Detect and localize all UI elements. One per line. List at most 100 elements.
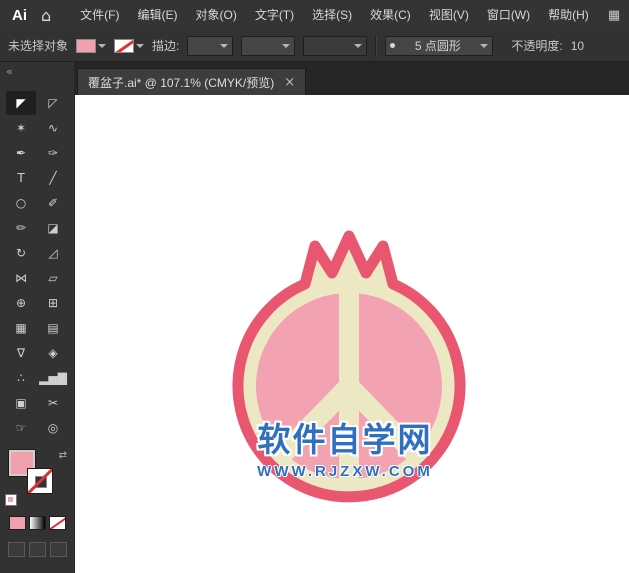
curvature-icon: ✑ [48, 147, 58, 159]
mesh-tool[interactable]: ▦ [6, 316, 36, 340]
workspace-switcher-icon[interactable]: ▦ [598, 8, 629, 23]
close-icon[interactable]: × [284, 75, 295, 90]
divider [375, 35, 377, 57]
opacity-value[interactable]: 10 [571, 39, 584, 53]
type-tool[interactable]: T [6, 166, 36, 190]
document-tab-bar: 覆盆子.ai* @ 107.1% (CMYK/预览) × [75, 62, 629, 95]
paintbrush-tool[interactable]: ✐ [38, 191, 68, 215]
stroke-color-swatch[interactable] [27, 468, 53, 494]
pen-tool[interactable]: ✒ [6, 141, 36, 165]
perspective-grid-icon: ⊞ [48, 297, 58, 309]
menu-item-edit[interactable]: 编辑(E) [128, 0, 186, 30]
chevron-down-icon [282, 44, 290, 48]
chevron-down-icon [136, 44, 144, 48]
slice-icon: ✂ [48, 397, 58, 409]
stroke-color-dropdown[interactable] [114, 39, 144, 53]
direct-selection-icon: ◸ [48, 97, 57, 109]
symbol-sprayer-icon: ∴ [17, 372, 25, 384]
width-profile-select[interactable] [241, 36, 295, 56]
brush-preview-icon [390, 43, 395, 48]
chevron-down-icon [220, 44, 228, 48]
tool-grid: ◤ ◸ ✶ ∿✒ ✑ T╱ ○ ✐ ✏ ◪ ↻ ◿ ⋈ ▱⊕ ⊞ ▦ ▤ ∇ ◈ ∴ ▂▅▇ ▣ ✂ ☞ ◎ [0, 91, 74, 440]
menu-item-view[interactable]: 视图(V) [420, 0, 478, 30]
eyedropper-tool[interactable]: ∇ [6, 341, 36, 365]
pencil-icon: ✏ [16, 222, 26, 234]
tools-panel: « ◤ ◸ ✶ ∿✒ ✑ T╱ ○ ✐ ✏ ◪ ↻ ◿ ⋈ ▱⊕ ⊞ ▦ ▤ ∇ ◈ ∴ ▂▅▇ ▣ ✂ ☞ ◎ ⇄ [0, 62, 75, 573]
menu-item-help[interactable]: 帮助(H) [539, 0, 598, 30]
draw-inside-button[interactable] [50, 542, 67, 557]
ellipse-tool[interactable]: ○ [6, 191, 36, 215]
zoom-tool[interactable]: ◎ [38, 416, 68, 440]
fill-swatch[interactable] [76, 39, 96, 53]
menu-item-window[interactable]: 窗口(W) [478, 0, 539, 30]
swap-fill-stroke-icon[interactable]: ⇄ [59, 450, 67, 461]
menu-item-select[interactable]: 选择(S) [303, 0, 361, 30]
symbol-sprayer-tool[interactable]: ∴ [6, 366, 36, 390]
chevron-down-icon [354, 44, 362, 48]
stroke-swatch[interactable] [114, 39, 134, 53]
pencil-tool[interactable]: ✏ [6, 216, 36, 240]
rotate-tool[interactable]: ↻ [6, 241, 36, 265]
column-graph-tool[interactable]: ▂▅▇ [38, 366, 68, 390]
opacity-label: 不透明度: [511, 37, 562, 54]
app-logo: Ai [0, 7, 37, 24]
gradient-icon: ▤ [47, 322, 58, 334]
direct-selection-tool[interactable]: ◸ [38, 91, 68, 115]
brush-definition-select[interactable]: 5 点圆形 [385, 36, 493, 56]
menu-item-type[interactable]: 文字(T) [246, 0, 303, 30]
blend-tool[interactable]: ◈ [38, 341, 68, 365]
menu-item-object[interactable]: 对象(O) [186, 0, 245, 30]
stroke-weight-select[interactable] [187, 36, 233, 56]
eraser-tool[interactable]: ◪ [38, 216, 68, 240]
stroke-label: 描边: [152, 37, 179, 54]
gradient-tool[interactable]: ▤ [38, 316, 68, 340]
gradient-button[interactable] [29, 516, 46, 530]
slice-tool[interactable]: ✂ [38, 391, 68, 415]
hand-tool[interactable]: ☞ [6, 416, 36, 440]
scale-icon: ◿ [48, 247, 57, 259]
free-transform-tool[interactable]: ▱ [38, 266, 68, 290]
brush-definition-value: 5 点圆形 [415, 37, 461, 54]
perspective-grid-tool[interactable]: ⊞ [38, 291, 68, 315]
home-icon[interactable]: ⌂ [37, 6, 63, 25]
shape-builder-tool[interactable]: ⊕ [6, 291, 36, 315]
chevron-down-icon [480, 44, 488, 48]
rotate-icon: ↻ [16, 247, 26, 259]
paintbrush-icon: ✐ [48, 197, 58, 209]
artboard-icon: ▣ [15, 397, 26, 409]
magic-wand-tool[interactable]: ✶ [6, 116, 36, 140]
document-tab[interactable]: 覆盆子.ai* @ 107.1% (CMYK/预览) × [77, 68, 306, 95]
mesh-icon: ▦ [15, 322, 26, 334]
hand-icon: ☞ [16, 422, 27, 434]
none-slash-icon [27, 468, 53, 494]
artboard-canvas[interactable]: 软件自学网 WWW.RJZXW.COM [75, 95, 629, 573]
variable-width-select[interactable] [303, 36, 367, 56]
curvature-tool[interactable]: ✑ [38, 141, 68, 165]
scale-tool[interactable]: ◿ [38, 241, 68, 265]
none-slash-icon [114, 39, 134, 53]
menu-item-file[interactable]: 文件(F) [71, 0, 128, 30]
width-tool[interactable]: ⋈ [6, 266, 36, 290]
menu-items: 文件(F)编辑(E)对象(O)文字(T)选择(S)效果(C)视图(V)窗口(W)… [71, 0, 598, 30]
draw-behind-button[interactable] [29, 542, 46, 557]
draw-normal-button[interactable] [8, 542, 25, 557]
color-button[interactable] [9, 516, 26, 530]
line-segment-tool[interactable]: ╱ [38, 166, 68, 190]
selection-tool[interactable]: ◤ [6, 91, 36, 115]
width-icon: ⋈ [15, 272, 27, 284]
menu-bar: Ai ⌂ 文件(F)编辑(E)对象(O)文字(T)选择(S)效果(C)视图(V)… [0, 0, 629, 31]
control-bar: 未选择对象 描边: 5 点圆形 不透明度: 10 [0, 30, 629, 62]
menu-item-effect[interactable]: 效果(C) [361, 0, 420, 30]
artboard-tool[interactable]: ▣ [6, 391, 36, 415]
selection-status: 未选择对象 [8, 37, 68, 54]
collapse-panel-icon[interactable]: « [0, 62, 74, 85]
default-fill-stroke-icon[interactable] [5, 494, 17, 506]
magic-wand-icon: ✶ [16, 122, 26, 134]
ellipse-icon: ○ [16, 197, 26, 209]
blend-icon: ◈ [48, 347, 57, 359]
none-button[interactable] [49, 516, 66, 530]
paint-buttons [0, 516, 74, 530]
pomegranate-illustration[interactable] [229, 218, 469, 508]
lasso-tool[interactable]: ∿ [38, 116, 68, 140]
fill-color-dropdown[interactable] [76, 39, 106, 53]
